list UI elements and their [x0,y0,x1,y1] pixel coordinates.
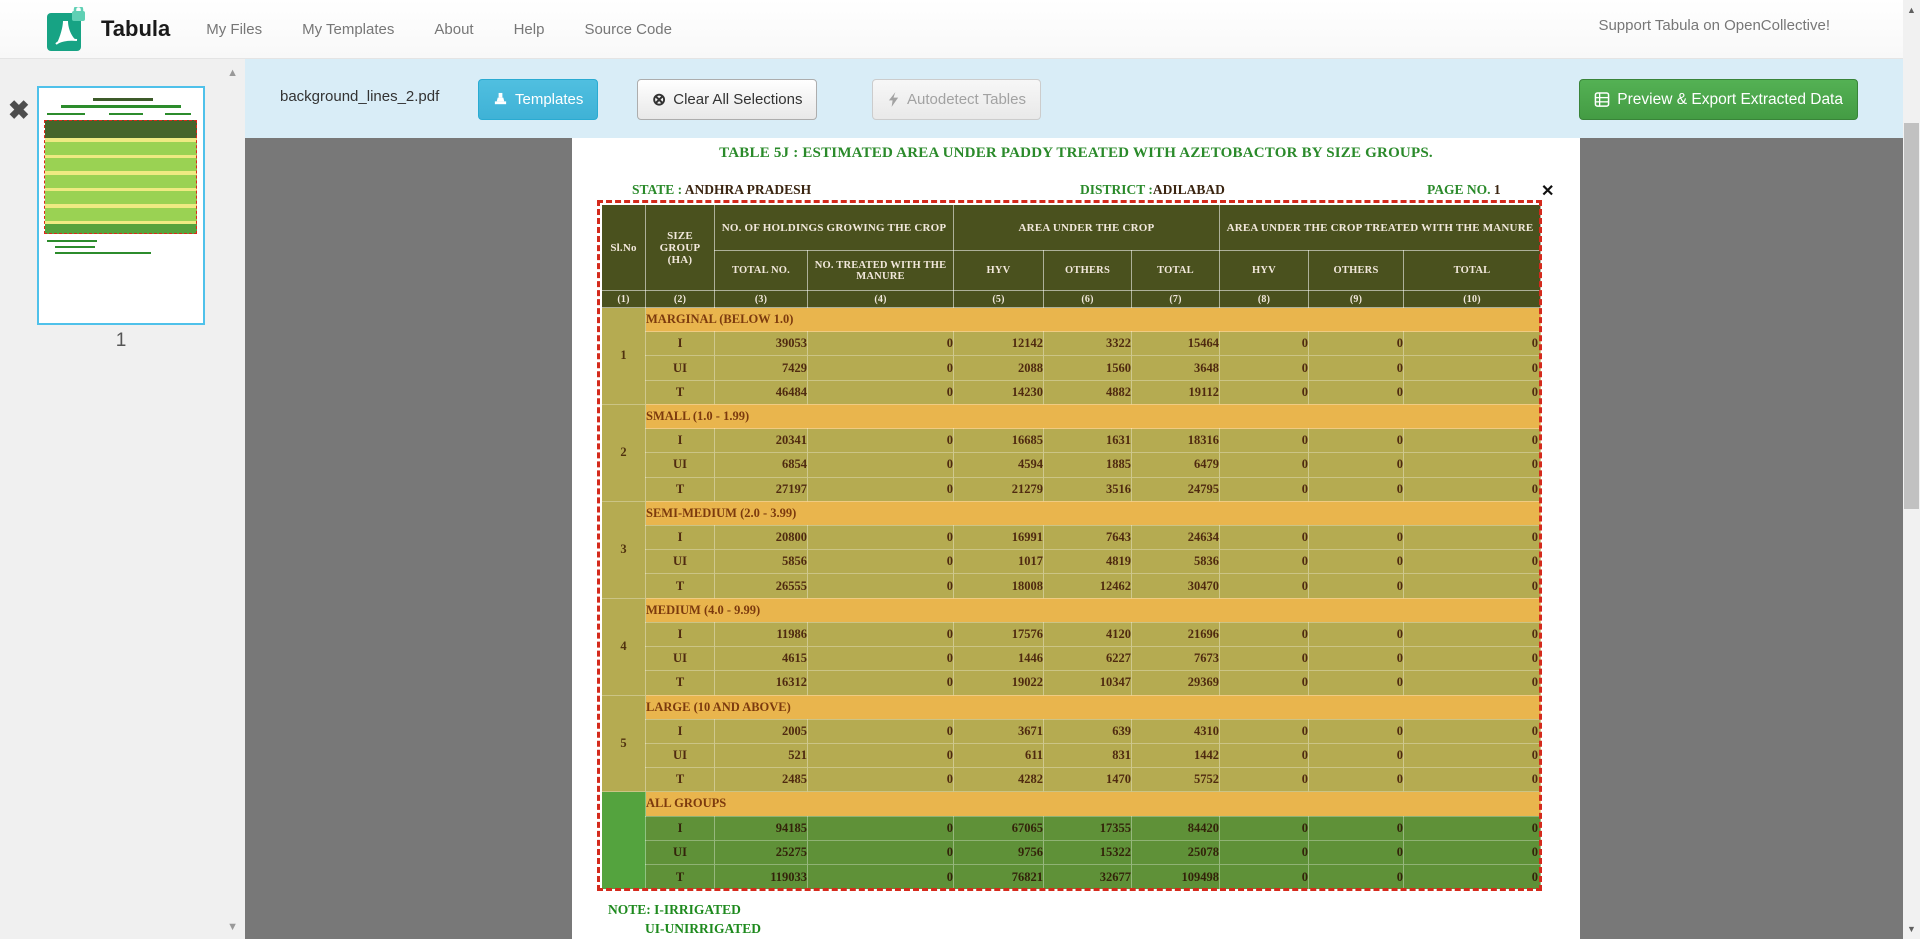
document-filename: background_lines_2.pdf [280,88,439,105]
scrollbar-thumb[interactable] [1904,123,1919,509]
thumb-title-line [93,98,153,101]
state-value: ANDHRA PRADESH [685,182,811,197]
scrollbar-up-icon[interactable]: ▲ [1903,5,1920,15]
thumb-meta-line [109,113,143,115]
thumb-meta-line [47,113,85,115]
scrollbar-down-icon[interactable]: ▼ [1903,924,1920,934]
thumb-meta-line [165,113,191,115]
table-list-icon [1594,92,1610,107]
nav-item-my-templates[interactable]: My Templates [302,21,394,38]
tabula-logo-icon [47,7,87,51]
note-line-2: UI-UNIRRIGATED [645,919,761,938]
nav-item-source-code[interactable]: Source Code [584,21,672,38]
clear-all-selections-button[interactable]: ⊗ Clear All Selections [637,79,817,120]
sidebar-scroll-down-icon[interactable]: ▼ [227,921,238,933]
page-number-label: 1 [37,330,205,352]
thumb-note-line [47,240,97,242]
pdf-state-line: STATE : ANDHRA PRADESH [632,182,811,198]
templates-button-label: Templates [515,91,583,108]
templates-button[interactable]: Templates [478,79,598,120]
pageno-label: PAGE NO. [1427,182,1494,197]
export-button-label: Preview & Export Extracted Data [1617,91,1843,109]
autodetect-tables-button: Autodetect Tables [872,79,1041,120]
table-selection-box[interactable] [597,200,1542,891]
thumb-subtitle-line [61,105,181,108]
thumb-table [45,120,197,234]
brand-title: Tabula [101,16,170,42]
note-line-1: NOTE: I-IRRIGATED [608,900,761,919]
window-scrollbar: ▲ ▼ [1903,0,1920,939]
support-link[interactable]: Support Tabula on OpenCollective! [1598,17,1830,34]
thumb-selection-overlay [44,120,197,234]
nav-item-about[interactable]: About [434,21,473,38]
toolbar: background_lines_2.pdf Templates ⊗ Clear… [245,59,1903,138]
remove-file-icon[interactable]: ✖ [8,97,30,123]
pageno-value: 1 [1494,182,1501,197]
pdf-notes: NOTE: I-IRRIGATED UI-UNIRRIGATED [608,900,761,938]
nav-item-my-files[interactable]: My Files [206,21,262,38]
nav-item-help[interactable]: Help [514,21,545,38]
district-label: DISTRICT : [1080,182,1153,197]
clear-button-label: Clear All Selections [673,91,802,108]
navbar: Tabula My Files My Templates About Help … [0,0,1920,59]
sidebar-scroll-up-icon[interactable]: ▲ [227,67,238,79]
pdf-viewport: TABLE 5J : ESTIMATED AREA UNDER PADDY TR… [245,138,1903,939]
page-1-thumbnail[interactable] [37,86,205,325]
autodetect-button-label: Autodetect Tables [907,91,1026,108]
thumb-note-line [55,246,95,248]
page-thumbnails-sidebar: ✖ 1 ▲ ▼ [0,59,245,939]
pdf-district-line: DISTRICT :ADILABAD [1080,182,1225,198]
pdf-table-title: TABLE 5J : ESTIMATED AREA UNDER PADDY TR… [572,145,1580,162]
circle-x-icon: ⊗ [652,91,666,108]
thumb-note-line [55,252,151,254]
stamp-icon [493,92,508,107]
pdf-pageno-line: PAGE NO. 1 [1427,182,1501,198]
selection-close-icon[interactable]: ✕ [1541,181,1554,201]
lightning-icon [887,92,900,107]
district-value: ADILABAD [1153,182,1225,197]
nav-menu: My Files My Templates About Help Source … [206,21,672,38]
state-label: STATE : [632,182,685,197]
pdf-page: TABLE 5J : ESTIMATED AREA UNDER PADDY TR… [572,138,1580,939]
preview-export-button[interactable]: Preview & Export Extracted Data [1579,79,1858,120]
